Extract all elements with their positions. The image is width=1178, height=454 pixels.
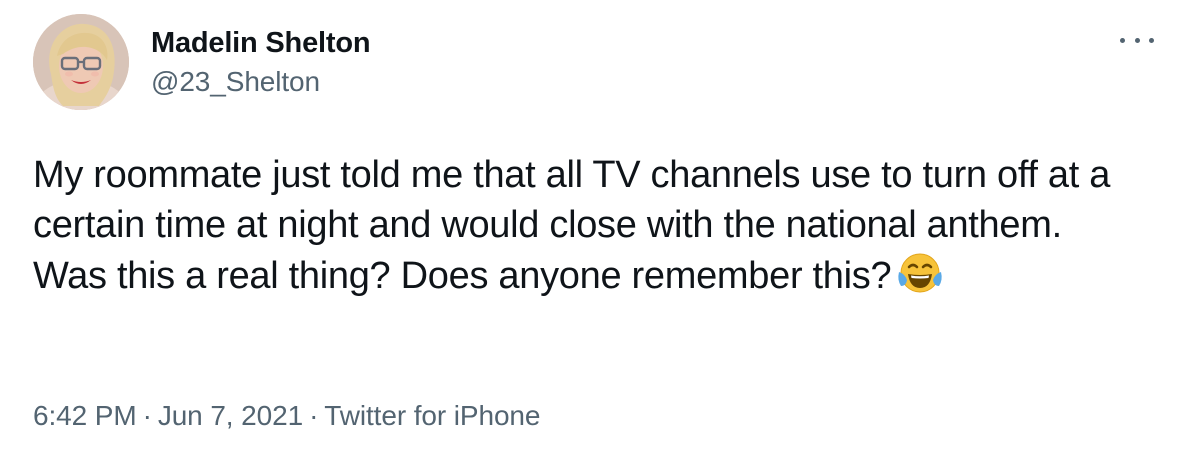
author-info: Madelin Shelton @23_Shelton (151, 25, 371, 100)
tweet-time[interactable]: 6:42 PM (33, 400, 137, 431)
separator: · (142, 400, 152, 431)
tweet-text: My roommate just told me that all TV cha… (33, 154, 1111, 297)
display-name[interactable]: Madelin Shelton (151, 25, 371, 61)
avatar[interactable] (33, 14, 129, 110)
more-dot (1120, 37, 1125, 43)
more-dot (1134, 37, 1140, 43)
tweet-card: Madelin Shelton @23_Shelton My roommate … (0, 0, 1178, 454)
tweet-body: My roommate just told me that all TV cha… (33, 150, 1143, 301)
separator: · (309, 400, 319, 431)
tweet-date[interactable]: Jun 7, 2021 (158, 400, 303, 431)
tweet-metadata: 6:42 PM · Jun 7, 2021 · Twitter for iPhone (33, 398, 540, 434)
profile-photo-icon (33, 14, 129, 110)
user-handle[interactable]: @23_Shelton (151, 64, 370, 100)
more-options-icon[interactable] (1120, 30, 1154, 50)
tweet-source[interactable]: Twitter for iPhone (324, 400, 540, 431)
more-dot (1149, 37, 1154, 43)
face-with-tears-of-joy-icon (898, 253, 942, 293)
